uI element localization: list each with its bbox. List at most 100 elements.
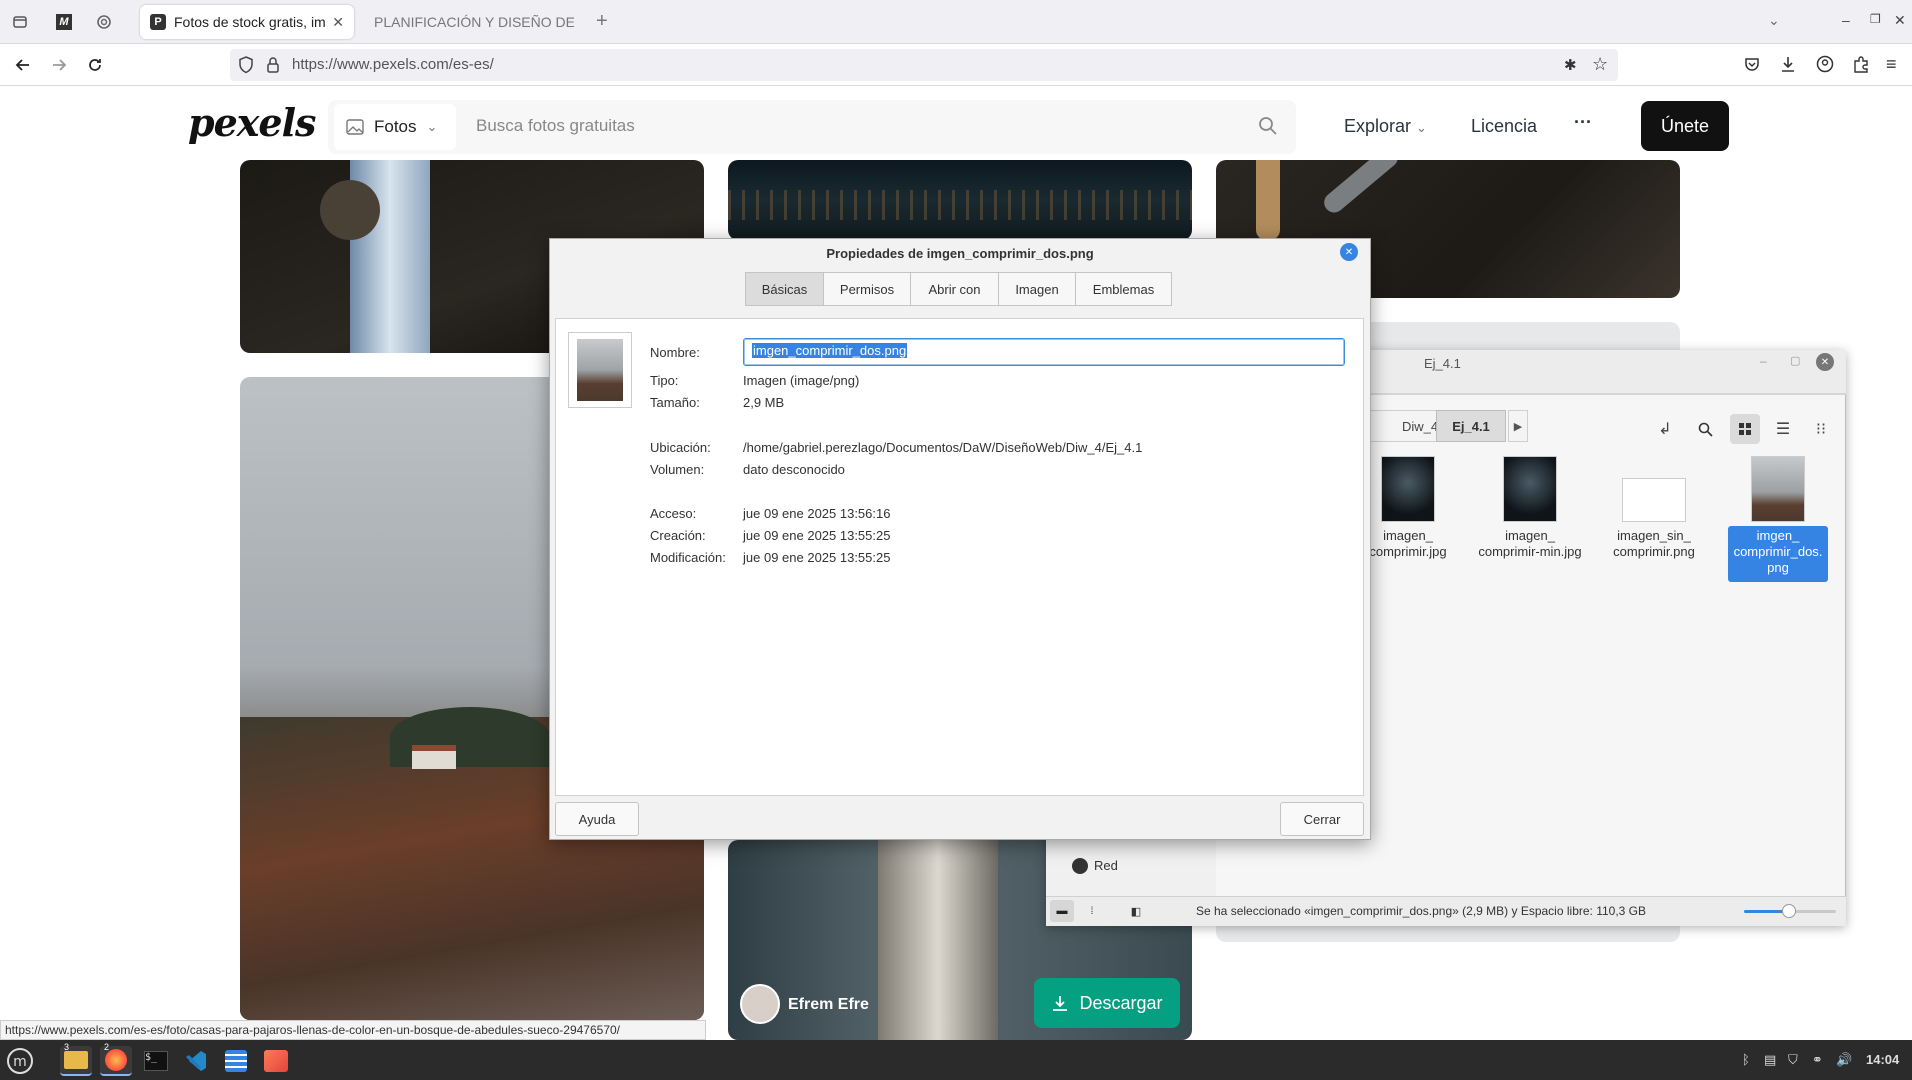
explorar-link[interactable]: Explorar ⌄: [1344, 116, 1427, 137]
photo-card[interactable]: [728, 160, 1192, 240]
tab-planificacion[interactable]: PLANIFICACIÓN Y DISEÑO DE: [364, 5, 584, 39]
search-icon[interactable]: [1258, 116, 1278, 136]
file-name: imgen_ comprimir_dos. png: [1733, 528, 1823, 575]
svg-text:m: m: [13, 1054, 27, 1070]
dialog-close-icon[interactable]: ✕: [1340, 243, 1358, 261]
compact-view-icon[interactable]: ⁝⁝: [1806, 414, 1836, 444]
tipo-value: Imagen (image/png): [743, 373, 860, 388]
tab-abrir-con[interactable]: Abrir con: [910, 272, 999, 306]
toggle-location-icon[interactable]: ↲: [1650, 414, 1680, 444]
account-icon[interactable]: [1816, 55, 1834, 73]
extension-bug-icon[interactable]: ✱: [1564, 56, 1577, 74]
pexels-favicon-icon: P: [150, 14, 166, 30]
maximize-window-icon[interactable]: ❐: [1870, 12, 1881, 26]
tab-imagen[interactable]: Imagen: [998, 272, 1076, 306]
path-button-ej41[interactable]: Ej_4.1: [1436, 410, 1506, 442]
volumen-value: dato desconocido: [743, 462, 845, 477]
forward-arrow-icon[interactable]: [44, 50, 74, 80]
file-item[interactable]: imagen_ comprimir-min.jpg: [1478, 456, 1582, 560]
name-input-value: imgen_comprimir_dos.png: [752, 343, 908, 358]
clipboard-icon[interactable]: ▤: [1764, 1052, 1776, 1068]
download-button[interactable]: Descargar: [1034, 978, 1180, 1028]
file-name: imagen_ comprimir.jpg: [1369, 528, 1447, 559]
photo-author[interactable]: Efrem Efre: [788, 996, 869, 1014]
network-icon[interactable]: ⚭: [1812, 1052, 1823, 1068]
file-preview-icon: [568, 332, 632, 408]
tab-emblemas[interactable]: Emblemas: [1075, 272, 1172, 306]
file-item[interactable]: imagen_ comprimir.jpg: [1356, 456, 1460, 560]
search-type-label: Fotos: [374, 117, 417, 136]
download-icon: [1053, 996, 1068, 1011]
file-item[interactable]: imagen_sin_ comprimir.png: [1602, 456, 1706, 560]
toggle-sidebar-icon[interactable]: ◧: [1124, 900, 1148, 922]
minimize-icon[interactable]: –: [1760, 354, 1767, 368]
pocket-icon[interactable]: [1744, 56, 1760, 72]
file-thumbnail: [1503, 456, 1557, 522]
nombre-label: Nombre:: [650, 345, 700, 360]
ubicacion-value: /home/gabriel.perezlago/Documentos/DaW/D…: [743, 440, 1143, 455]
update-shield-icon[interactable]: ⛉: [1788, 1052, 1798, 1068]
file-thumbnail: [1381, 456, 1435, 522]
help-button[interactable]: Ayuda: [555, 802, 639, 836]
tree-view-icon[interactable]: ⁞: [1080, 900, 1104, 922]
tab-basicas[interactable]: Básicas: [745, 272, 824, 306]
maximize-icon[interactable]: ▢: [1790, 354, 1800, 367]
lock-icon[interactable]: [266, 56, 280, 74]
list-tabs-chevron-down-icon[interactable]: ⌄: [1768, 12, 1780, 29]
pinned-tab-m-icon[interactable]: M: [46, 8, 82, 36]
licencia-link[interactable]: Licencia: [1471, 116, 1537, 137]
image-icon: [346, 119, 364, 135]
url-text[interactable]: https://www.pexels.com/es-es/: [292, 56, 494, 73]
sidebar-item-red[interactable]: Red: [1094, 858, 1118, 873]
close-tab-icon[interactable]: ✕: [332, 14, 344, 31]
pexels-logo[interactable]: pexels: [188, 100, 316, 145]
menu-hamburger-icon[interactable]: ≡: [1886, 54, 1897, 75]
volume-icon[interactable]: 🔊: [1836, 1052, 1852, 1068]
close-icon[interactable]: ✕: [1816, 353, 1834, 371]
places-folder-icon[interactable]: ▬: [1050, 900, 1074, 922]
chevron-down-icon: ⌄: [1416, 120, 1427, 135]
avatar[interactable]: [740, 984, 780, 1024]
search-type-dropdown[interactable]: Fotos ⌄: [334, 104, 456, 150]
zoom-slider-handle[interactable]: [1782, 904, 1796, 918]
tracking-shield-icon[interactable]: [238, 56, 254, 74]
close-button[interactable]: Cerrar: [1280, 802, 1364, 836]
file-item-selected[interactable]: imgen_ comprimir_dos. png: [1726, 456, 1830, 576]
search-input[interactable]: Busca fotos gratuitas: [476, 116, 635, 136]
bookmark-star-icon[interactable]: ☆: [1592, 54, 1608, 75]
bluetooth-icon[interactable]: ᛒ: [1742, 1052, 1750, 1067]
clock[interactable]: 14:04: [1866, 1052, 1899, 1067]
start-menu-icon[interactable]: m: [4, 1046, 36, 1076]
new-tab-button[interactable]: +: [596, 10, 608, 33]
tab-overview-icon[interactable]: [2, 8, 38, 36]
icon-view-grid-icon[interactable]: [1730, 414, 1760, 444]
reload-icon[interactable]: [80, 50, 110, 80]
back-arrow-icon[interactable]: [8, 50, 38, 80]
image-viewer-app-icon[interactable]: [260, 1046, 292, 1076]
search-icon[interactable]: [1690, 414, 1720, 444]
ubicacion-label: Ubicación:: [650, 440, 711, 455]
volumen-label: Volumen:: [650, 462, 705, 477]
modificacion-label: Modificación:: [650, 550, 726, 565]
file-name: imagen_ comprimir-min.jpg: [1478, 528, 1582, 559]
minimize-window-icon[interactable]: –: [1842, 12, 1850, 28]
pinned-tab-openai-icon[interactable]: [86, 8, 122, 36]
close-window-icon[interactable]: ✕: [1894, 12, 1906, 29]
name-input[interactable]: imgen_comprimir_dos.png: [743, 338, 1345, 366]
tab-permisos[interactable]: Permisos: [823, 272, 911, 306]
tab-pexels[interactable]: P Fotos de stock gratis, imágenes ✕: [140, 5, 354, 39]
text-editor-app-icon[interactable]: [220, 1046, 252, 1076]
search-bar[interactable]: [328, 100, 1296, 154]
vscode-app-icon[interactable]: [180, 1046, 212, 1076]
extensions-puzzle-icon[interactable]: [1852, 55, 1870, 73]
list-view-icon[interactable]: ☰: [1768, 414, 1798, 444]
terminal-app-icon[interactable]: $_: [140, 1046, 172, 1076]
network-globe-icon: [1072, 858, 1088, 874]
path-next-arrow-icon[interactable]: ▶: [1508, 410, 1528, 442]
creacion-label: Creación:: [650, 528, 706, 543]
acceso-label: Acceso:: [650, 506, 697, 521]
downloads-icon[interactable]: [1780, 55, 1796, 73]
more-options-icon[interactable]: ···: [1574, 112, 1592, 133]
badge-count: 3: [64, 1042, 70, 1052]
join-button[interactable]: Únete: [1641, 101, 1729, 151]
